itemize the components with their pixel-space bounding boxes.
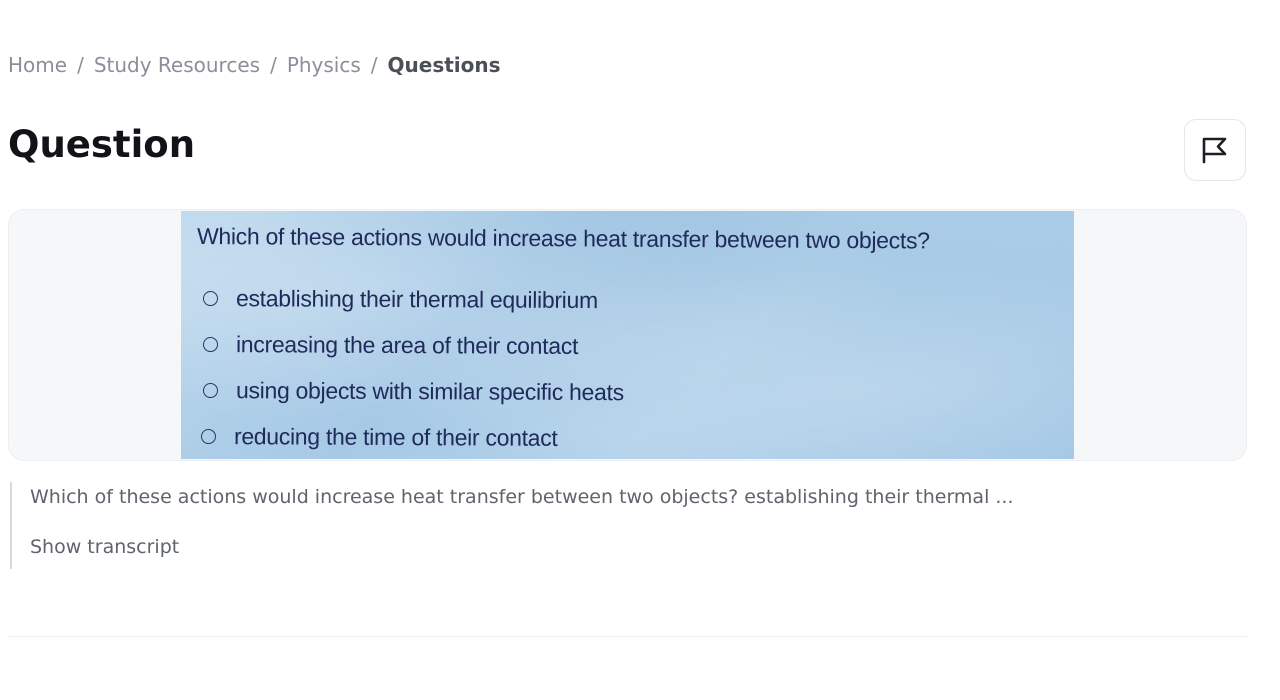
breadcrumb-study-resources[interactable]: Study Resources [94,53,260,77]
page-title: Question [8,123,196,166]
flag-icon [1202,137,1227,164]
radio-circle-icon [202,291,219,307]
radio-circle-icon [200,429,217,445]
breadcrumb-separator: / [270,53,277,77]
question-option-label: increasing the area of their contact [235,331,579,359]
breadcrumb-separator: / [370,53,378,77]
breadcrumb-home[interactable]: Home [8,53,67,77]
question-option-label: using objects with similar specific heat… [235,377,624,406]
question-option: reducing the time of their contact [200,423,558,452]
question-option-label: reducing the time of their contact [233,423,558,451]
transcript-preview: Which of these actions would increase he… [30,486,1014,508]
show-transcript-button[interactable]: Show transcript [30,536,179,558]
radio-circle-icon [202,383,219,399]
report-flag-button[interactable] [1184,119,1246,181]
question-option: using objects with similar specific heat… [202,377,624,406]
radio-circle-icon [202,337,219,353]
breadcrumb: Home / Study Resources / Physics / Quest… [8,53,501,77]
breadcrumb-current: Questions [387,53,501,77]
question-text: Which of these actions would increase he… [196,223,930,254]
divider [8,636,1247,637]
page: Home / Study Resources / Physics / Quest… [0,0,1280,700]
transcript: Which of these actions would increase he… [10,482,1246,569]
question-option: establishing their thermal equilibrium [202,285,598,314]
question-option: increasing the area of their contact [202,331,579,360]
breadcrumb-physics[interactable]: Physics [287,53,361,77]
question-option-label: establishing their thermal equilibrium [235,285,598,314]
breadcrumb-separator: / [77,53,84,77]
